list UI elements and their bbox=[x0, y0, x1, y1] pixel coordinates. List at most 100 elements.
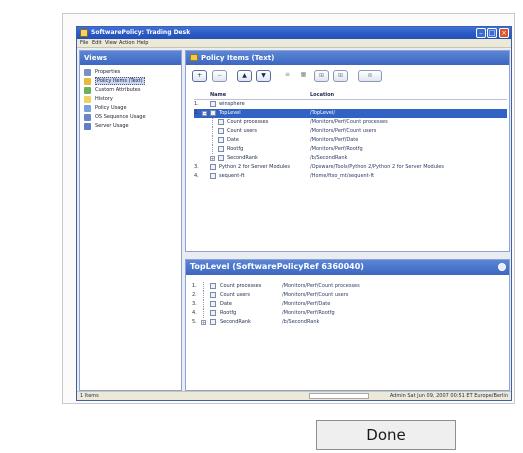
table-row[interactable]: Date/Monitors/Perf/Date bbox=[194, 136, 507, 145]
attributes-icon bbox=[84, 87, 91, 94]
server-usage-icon bbox=[84, 123, 91, 130]
os-sequence-icon bbox=[84, 114, 91, 121]
view-item-label: OS Sequence Usage bbox=[95, 114, 146, 120]
tree-line bbox=[212, 145, 213, 154]
view-item-custom-attributes[interactable]: Custom Attributes bbox=[84, 86, 177, 95]
table-row[interactable]: Rootfg/Monitors/Perf/Rootfg bbox=[194, 145, 507, 154]
remove-item-button[interactable]: − bbox=[212, 70, 227, 82]
policy-toolbar: + − ▲ ▼ ≡ ▦ ⊞ ⊞ ⊜ bbox=[192, 70, 502, 84]
grid-view-button[interactable]: ▦ bbox=[298, 70, 309, 82]
table-row[interactable]: Count processes/Monitors/Perf/Count proc… bbox=[194, 118, 507, 127]
done-button[interactable]: Done bbox=[316, 420, 456, 450]
status-bar: 1 Items Admin Sat Jun 09, 2007 00:51 ET … bbox=[77, 391, 511, 400]
policy-usage-icon bbox=[84, 105, 91, 112]
table-row[interactable]: 4. Rootfg/Monitors/Perf/Rootfg bbox=[192, 309, 505, 318]
table-row[interactable]: 1. winsphere bbox=[194, 100, 507, 109]
view-item-label: History bbox=[95, 96, 113, 102]
app-icon bbox=[80, 29, 88, 37]
maximize-button[interactable]: □ bbox=[487, 28, 497, 38]
view-item-label: Properties bbox=[95, 69, 121, 75]
add-item-button[interactable]: + bbox=[192, 70, 207, 82]
item-name: Count users bbox=[227, 128, 257, 134]
expand-button[interactable]: ⊞ bbox=[314, 70, 329, 82]
item-name: sequent-ft bbox=[219, 173, 245, 179]
table-row[interactable]: 5. + SecondRank/b/SecondRank bbox=[192, 318, 505, 327]
properties-icon bbox=[84, 69, 91, 76]
row-number: 5. bbox=[192, 319, 197, 325]
expand-toggle[interactable]: + bbox=[201, 320, 206, 325]
row-number: 3. bbox=[192, 301, 197, 307]
move-down-button[interactable]: ▼ bbox=[256, 70, 271, 82]
toplevel-table: 1. Count processes/Monitors/Perf/Count pr… bbox=[192, 282, 505, 327]
view-item-label: Server Usage bbox=[95, 123, 129, 129]
item-name: Count users bbox=[220, 292, 250, 298]
column-header-name[interactable]: Name bbox=[210, 92, 226, 98]
item-name: winsphere bbox=[219, 101, 245, 107]
policy-icon bbox=[210, 110, 216, 116]
policy-items-header: Policy Items (Text) bbox=[186, 51, 509, 65]
table-row[interactable]: + SecondRank/b/SecondRank bbox=[194, 154, 507, 163]
view-item-server-usage[interactable]: Server Usage bbox=[84, 122, 177, 131]
views-list: Properties Policy Items (Text) Custom At… bbox=[80, 65, 181, 134]
menu-edit[interactable]: Edit bbox=[92, 40, 102, 46]
menu-help[interactable]: Help bbox=[137, 40, 148, 46]
item-location: /Home/ftso_mt/sequent-ft bbox=[310, 173, 375, 179]
table-row[interactable]: 4. sequent-ft/Home/ftso_mt/sequent-ft bbox=[194, 172, 507, 181]
policy-icon bbox=[210, 164, 216, 170]
file-icon bbox=[218, 155, 224, 161]
file-icon bbox=[210, 310, 216, 316]
file-icon bbox=[210, 283, 216, 289]
column-header-location[interactable]: Location bbox=[310, 92, 334, 98]
item-name: SecondRank bbox=[220, 319, 251, 325]
collapse-button[interactable]: ⊞ bbox=[333, 70, 348, 82]
folder-icon bbox=[190, 54, 198, 61]
options-button[interactable]: ⊜ bbox=[358, 70, 382, 82]
item-location: /Monitors/Perf/Count users bbox=[310, 128, 377, 134]
table-row[interactable]: Count users/Monitors/Perf/Count users bbox=[194, 127, 507, 136]
table-row[interactable]: 1. Count processes/Monitors/Perf/Count pr… bbox=[192, 282, 505, 291]
list-view-button[interactable]: ≡ bbox=[282, 70, 293, 82]
status-user-time: Admin Sat Jun 09, 2007 00:51 ET Europe/B… bbox=[389, 393, 508, 399]
item-name: Python 2 for Server Modules bbox=[219, 164, 290, 170]
item-name: TopLevel bbox=[219, 110, 241, 116]
view-item-policy-usage[interactable]: Policy Usage bbox=[84, 104, 177, 113]
file-icon bbox=[210, 301, 216, 307]
view-item-label: Custom Attributes bbox=[95, 87, 141, 93]
file-icon bbox=[218, 119, 224, 125]
table-row[interactable]: 2. − TopLevel/TopLevel/ bbox=[194, 109, 507, 118]
history-icon bbox=[84, 96, 91, 103]
menu-view[interactable]: View bbox=[105, 40, 117, 46]
table-row[interactable]: 3. Python 2 for Server Modules/Opsware/To… bbox=[194, 163, 507, 172]
view-item-properties[interactable]: Properties bbox=[84, 68, 177, 77]
info-icon[interactable] bbox=[498, 263, 506, 271]
tree-line bbox=[203, 291, 204, 300]
move-up-button[interactable]: ▲ bbox=[237, 70, 252, 82]
expand-toggle[interactable]: + bbox=[210, 156, 215, 161]
file-icon bbox=[218, 137, 224, 143]
view-item-policy-items[interactable]: Policy Items (Text) bbox=[84, 77, 177, 86]
item-location: /Monitors/Perf/Count processes bbox=[282, 283, 360, 289]
tree-line bbox=[212, 118, 213, 127]
tree-line bbox=[212, 127, 213, 136]
row-number: 2. bbox=[194, 110, 199, 116]
table-row[interactable]: 2. Count users/Monitors/Perf/Count users bbox=[192, 291, 505, 300]
row-number: 2. bbox=[192, 292, 197, 298]
menu-file[interactable]: File bbox=[80, 40, 88, 46]
policy-icon bbox=[210, 101, 216, 107]
item-location: /b/SecondRank bbox=[282, 319, 320, 325]
policy-items-table: Name Location 1. winsphere 2. − TopLevel/Top… bbox=[194, 91, 507, 181]
view-item-history[interactable]: History bbox=[84, 95, 177, 104]
table-row[interactable]: 3. Date/Monitors/Perf/Date bbox=[192, 300, 505, 309]
menu-bar: File Edit View Action Help bbox=[77, 39, 511, 48]
view-item-os-sequence-usage[interactable]: OS Sequence Usage bbox=[84, 113, 177, 122]
minimize-button[interactable]: – bbox=[476, 28, 486, 38]
file-icon bbox=[210, 319, 216, 325]
item-name: Rootfg bbox=[227, 146, 244, 152]
close-button[interactable]: × bbox=[499, 28, 509, 38]
menu-action[interactable]: Action bbox=[119, 40, 135, 46]
status-field bbox=[309, 393, 369, 399]
file-icon bbox=[210, 292, 216, 298]
expand-toggle[interactable]: − bbox=[202, 111, 207, 116]
window-title: SoftwarePolicy: Trading Desk bbox=[91, 29, 191, 36]
view-item-label: Policy Items (Text) bbox=[95, 77, 145, 85]
